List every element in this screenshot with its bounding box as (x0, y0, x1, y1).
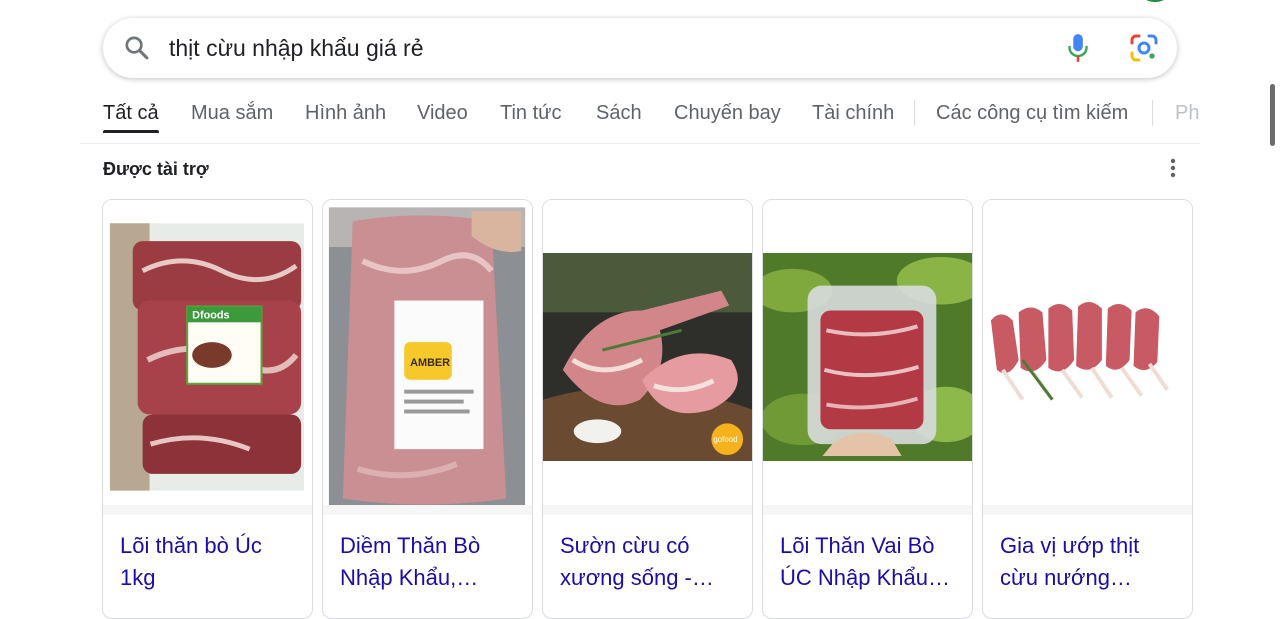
product-image[interactable]: AMBER (323, 200, 532, 514)
product-card[interactable]: AMBER Diềm Thăn Bò Nhập Khẩu,… (322, 199, 533, 619)
tab-images[interactable]: Hình ảnh (305, 102, 386, 125)
tab-all[interactable]: Tất cả (103, 102, 159, 125)
search-input[interactable]: thịt cừu nhập khẩu giá rẻ (169, 35, 424, 62)
tab-flights[interactable]: Chuyến bay (674, 102, 781, 125)
product-card[interactable]: Lõi Thăn Vai Bò ÚC Nhập Khẩu… (762, 199, 973, 619)
product-title[interactable]: Gia vị ướp thịt cừu nướng… (1000, 530, 1178, 594)
lens-icon[interactable] (1128, 32, 1160, 64)
search-tabs: Tất cả Mua sắm Hình ảnh Video Tin tức Sá… (103, 96, 1203, 136)
card-divider (103, 505, 312, 515)
account-avatar[interactable] (1138, 0, 1172, 2)
more-vert-icon[interactable] (1163, 156, 1183, 180)
sponsored-heading: Được tài trợ (103, 159, 209, 179)
card-divider (983, 505, 1192, 515)
search-icon[interactable] (123, 34, 151, 62)
active-tab-indicator (103, 130, 159, 133)
tab-finance[interactable]: Tài chính (812, 102, 894, 125)
product-label-brand: Dfoods (192, 309, 229, 321)
product-title[interactable]: Diềm Thăn Bò Nhập Khẩu,… (340, 530, 518, 594)
product-card[interactable]: gofood Sườn cừu có xương sống -… (542, 199, 753, 619)
tab-video[interactable]: Video (417, 102, 468, 125)
product-image[interactable]: Dfoods (103, 200, 312, 514)
tabs-divider-line (80, 143, 1200, 144)
tab-news[interactable]: Tin tức (500, 102, 562, 125)
product-title[interactable]: Lõi thăn bò Úc 1kg (120, 530, 298, 594)
tab-shopping[interactable]: Mua sắm (191, 102, 273, 125)
tab-books[interactable]: Sách (596, 102, 642, 125)
product-card[interactable]: Dfoods Lõi thăn bò Úc 1kg (102, 199, 313, 619)
product-label-brand: AMBER (410, 357, 450, 369)
card-divider (763, 505, 972, 515)
product-label-brand: gofood (713, 435, 737, 444)
mic-icon[interactable] (1065, 32, 1091, 64)
product-title[interactable]: Sườn cừu có xương sống -… (560, 530, 738, 594)
scrollbar-thumb[interactable] (1270, 84, 1275, 146)
card-divider (543, 505, 752, 515)
search-bar[interactable]: thịt cừu nhập khẩu giá rẻ (103, 18, 1177, 78)
product-title[interactable]: Lõi Thăn Vai Bò ÚC Nhập Khẩu… (780, 530, 958, 594)
tab-divider (914, 100, 915, 126)
product-image[interactable] (763, 200, 972, 514)
product-image[interactable]: gofood (543, 200, 752, 514)
card-divider (323, 505, 532, 515)
tab-more-truncated[interactable]: Ph (1175, 102, 1199, 125)
tab-search-tools[interactable]: Các công cụ tìm kiếm (936, 102, 1128, 125)
product-image[interactable] (983, 200, 1192, 514)
product-card[interactable]: Gia vị ướp thịt cừu nướng… (982, 199, 1193, 619)
tab-divider (1152, 100, 1153, 126)
